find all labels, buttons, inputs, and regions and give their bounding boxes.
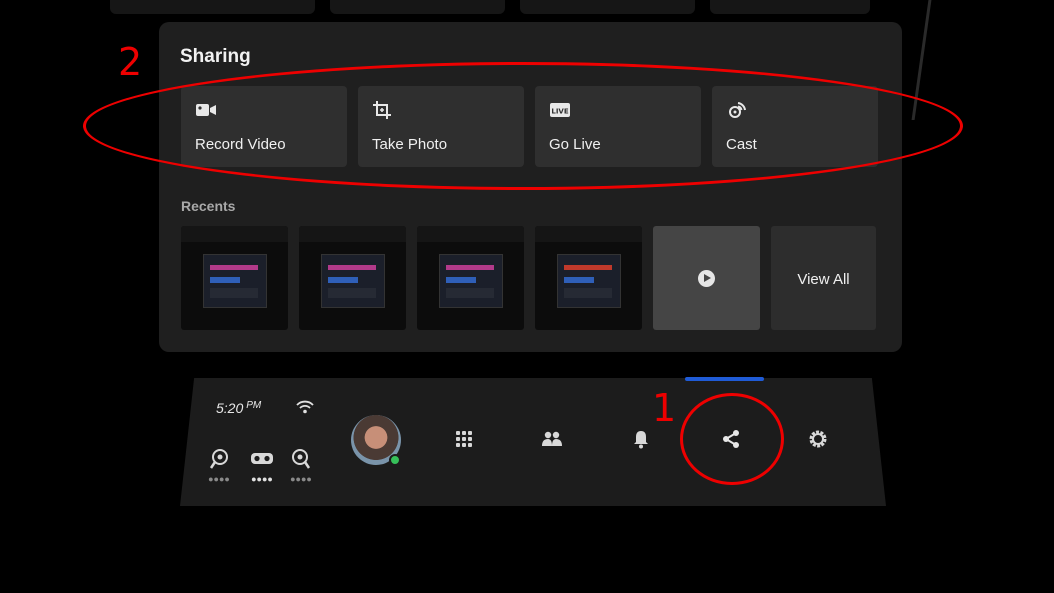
apps-grid-icon[interactable] (453, 428, 475, 450)
background-tile (330, 0, 505, 14)
recent-capture-thumbnail[interactable] (299, 226, 406, 330)
background-tile (110, 0, 315, 14)
annotation-number-2: 2 (118, 40, 143, 84)
wifi-icon[interactable] (295, 399, 315, 415)
right-controller-battery: ●●●● (290, 474, 312, 484)
annotation-ellipse-sharing (83, 62, 963, 190)
left-controller-icon[interactable] (208, 448, 230, 470)
recents-heading: Recents (181, 198, 236, 214)
recent-capture-thumbnail[interactable] (417, 226, 524, 330)
recent-video-thumbnail[interactable] (653, 226, 760, 330)
background-tile (710, 0, 870, 14)
play-icon (698, 270, 715, 287)
annotation-circle-share (680, 393, 784, 485)
view-all-button[interactable]: View All (771, 226, 876, 330)
right-controller-icon[interactable] (290, 448, 312, 470)
clock: 5:20 PM (216, 400, 261, 416)
headset-battery: ●●●● (251, 474, 273, 484)
background-tile (520, 0, 695, 14)
headset-icon[interactable] (250, 448, 274, 470)
view-all-label: View All (797, 271, 850, 288)
clock-time: 5:20 (216, 400, 244, 416)
left-controller-battery: ●●●● (208, 474, 230, 484)
active-indicator (685, 377, 764, 381)
recent-capture-thumbnail[interactable] (181, 226, 288, 330)
online-status-dot (389, 454, 401, 466)
annotation-number-1: 1 (652, 386, 677, 430)
settings-gear-icon[interactable] (807, 428, 829, 450)
people-icon[interactable] (541, 428, 563, 450)
recent-capture-thumbnail[interactable] (535, 226, 642, 330)
notifications-bell-icon[interactable] (630, 428, 652, 450)
recents-list: View All (181, 226, 876, 330)
clock-meridiem: PM (246, 400, 262, 411)
panel-title: Sharing (180, 46, 251, 67)
